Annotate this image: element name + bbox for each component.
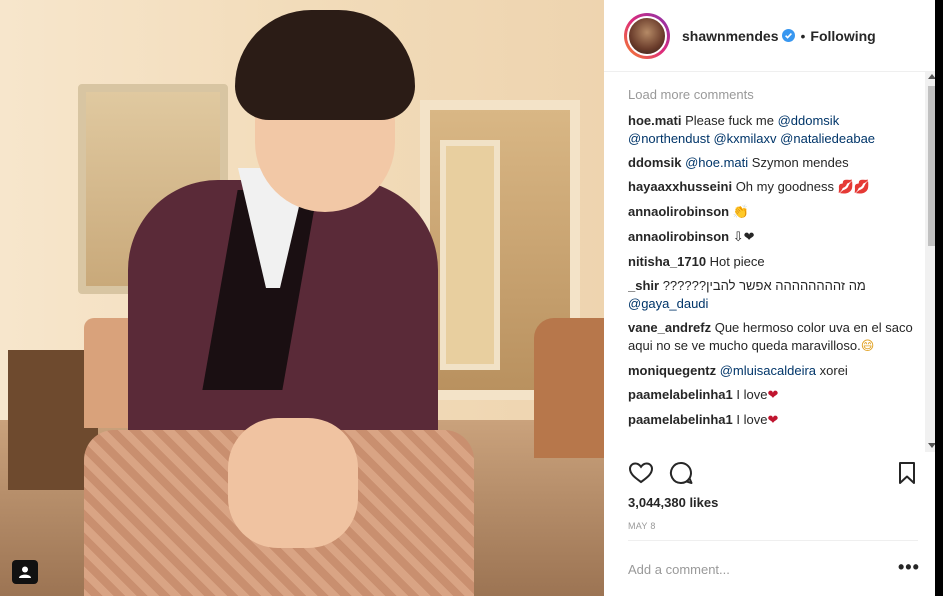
comment-item: annaolirobinson 👏 bbox=[628, 203, 918, 222]
comment-item: paamelabelinha1 I love❤ bbox=[628, 411, 918, 430]
kiss-emoji: 💋💋 bbox=[837, 180, 870, 195]
comment-mention[interactable]: @ddomsik bbox=[778, 113, 840, 128]
add-comment-input[interactable] bbox=[628, 558, 878, 580]
post-header: shawnmendes • Following bbox=[604, 0, 939, 72]
post-photo[interactable] bbox=[0, 0, 604, 596]
heart-emoji: ⇩❤ bbox=[732, 230, 755, 245]
comment-mention[interactable]: @hoe.mati bbox=[685, 155, 748, 170]
comment-item: vane_andrefz Que hermoso color uva en el… bbox=[628, 319, 918, 356]
comment-username[interactable]: nitisha_1710 bbox=[628, 254, 706, 269]
comment-mention[interactable]: @mluisacaldeira bbox=[720, 363, 816, 378]
photo-doorframe bbox=[440, 140, 500, 370]
divider bbox=[628, 540, 918, 541]
comment-mention[interactable]: @kxmilaxv bbox=[713, 131, 776, 146]
comment-text: מה זהההההההה אפשר להבין?????? bbox=[662, 278, 866, 293]
user-tag-icon[interactable] bbox=[12, 560, 38, 584]
following-button[interactable]: Following bbox=[810, 28, 875, 44]
comment-text: Hot piece bbox=[709, 254, 765, 269]
comments-list: Load more comments hoe.mati Please fuck … bbox=[628, 86, 918, 451]
heart-icon[interactable] bbox=[628, 460, 654, 486]
clap-emoji: 👏 bbox=[732, 205, 749, 220]
bookmark-icon[interactable] bbox=[894, 460, 920, 486]
comment-text: I love bbox=[736, 412, 768, 427]
comment-username[interactable]: annaolirobinson bbox=[628, 229, 729, 244]
comment-username[interactable]: annaolirobinson bbox=[628, 204, 729, 219]
comment-mention[interactable]: @northendust bbox=[628, 131, 710, 146]
comment-text: Szymon mendes bbox=[748, 155, 849, 170]
post-actions bbox=[628, 460, 918, 490]
load-more-comments[interactable]: Load more comments bbox=[628, 86, 918, 104]
heart-emoji: ❤ bbox=[767, 413, 779, 428]
comment-username[interactable]: _shir bbox=[628, 278, 659, 293]
photo-hands bbox=[228, 418, 358, 548]
comment-username[interactable]: vane_andrefz bbox=[628, 320, 711, 335]
comment-item: hoe.mati Please fuck me @ddomsik @northe… bbox=[628, 112, 918, 148]
header-separator: • bbox=[800, 27, 806, 44]
comment-mention[interactable]: @gaya_daudi bbox=[628, 296, 708, 311]
comment-username[interactable]: hoe.mati bbox=[628, 113, 681, 128]
comment-username[interactable]: moniquegentz bbox=[628, 363, 716, 378]
likes-count[interactable]: 3,044,380 likes bbox=[628, 495, 718, 510]
smile-emoji: 😄 bbox=[860, 339, 875, 354]
comment-mention[interactable]: @nataliedeabae bbox=[780, 131, 875, 146]
comment-item: ddomsik @hoe.mati Szymon mendes bbox=[628, 154, 918, 172]
comment-text: Please fuck me bbox=[685, 113, 778, 128]
comment-text: Oh my goodness bbox=[735, 179, 838, 194]
comment-item: nitisha_1710 Hot piece bbox=[628, 253, 918, 271]
comment-item: hayaaxxhusseini Oh my goodness 💋💋 bbox=[628, 178, 918, 197]
avatar[interactable] bbox=[624, 12, 670, 59]
verified-badge-icon bbox=[782, 29, 796, 42]
post-side-panel: shawnmendes • Following Load more commen… bbox=[604, 0, 943, 596]
comment-text: I love bbox=[736, 387, 768, 402]
heart-emoji: ❤ bbox=[767, 388, 779, 403]
comment-item: annaolirobinson ⇩❤ bbox=[628, 228, 918, 247]
post-date[interactable]: MAY 8 bbox=[628, 521, 656, 531]
comment-icon[interactable] bbox=[668, 460, 694, 486]
window-edge bbox=[935, 0, 943, 596]
comment-username[interactable]: paamelabelinha1 bbox=[628, 412, 733, 427]
comment-username[interactable]: hayaaxxhusseini bbox=[628, 179, 732, 194]
comment-item: paamelabelinha1 I love❤ bbox=[628, 386, 918, 405]
photo-armchair bbox=[534, 318, 604, 458]
comment-item: moniquegentz @mluisacaldeira xorei bbox=[628, 362, 918, 380]
comment-text: xorei bbox=[816, 363, 848, 378]
more-options-icon[interactable]: ••• bbox=[898, 558, 920, 576]
comment-item: _shir מה זהההההההה אפשר להבין?????? @gay… bbox=[628, 277, 918, 313]
comment-username[interactable]: paamelabelinha1 bbox=[628, 387, 733, 402]
post-username[interactable]: shawnmendes bbox=[682, 28, 778, 44]
comment-username[interactable]: ddomsik bbox=[628, 155, 681, 170]
